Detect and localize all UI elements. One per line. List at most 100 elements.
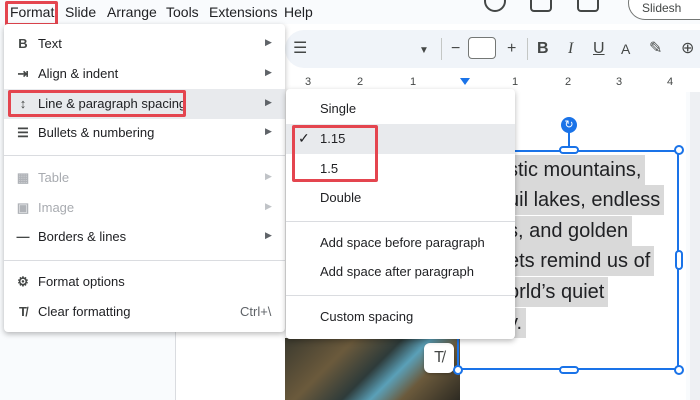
ruler-number: 2 [565, 76, 572, 88]
menu-item-label: Image [38, 200, 75, 215]
font-size-input[interactable] [468, 37, 496, 59]
chevron-right-icon: ▶ [265, 201, 272, 211]
resize-handle[interactable] [674, 365, 684, 375]
toolbar: ☰ ▼ − + B I U A ✎ ⊕ [285, 30, 700, 68]
present-icon[interactable] [577, 0, 599, 12]
spacing-option-label: Single [320, 101, 357, 116]
menu-item-label: Borders & lines [38, 229, 127, 244]
border-line-icon: — [16, 229, 30, 244]
menu-format[interactable]: Format [10, 3, 54, 21]
menu-item-clear-formatting[interactable]: T̸ Clear formatting Ctrl+\ [4, 297, 285, 327]
chevron-right-icon: ▶ [265, 67, 272, 77]
slideshow-button-label: Slidesh [642, 1, 682, 15]
menu-item-label: Text [38, 36, 62, 51]
menu-item-align-indent[interactable]: ⇥ Align & indent ▶ [4, 59, 285, 89]
bulleted-list-icon: ☰ [17, 125, 29, 140]
menu-extensions[interactable]: Extensions [209, 3, 277, 21]
bold-icon: B [18, 36, 28, 51]
ruler-number: 2 [357, 76, 364, 88]
menu-divider [4, 155, 285, 156]
insert-link-icon[interactable]: ⊕ [681, 40, 694, 58]
menu-item-label: Bullets & numbering [38, 125, 155, 140]
add-space-after[interactable]: Add space after paragraph [286, 257, 515, 287]
slideshow-button[interactable]: Slidesh [628, 0, 700, 20]
clear-formatting-icon: T̸ [19, 304, 27, 319]
spacing-option-label: Add space after paragraph [320, 264, 474, 279]
rotate-handle-icon[interactable]: ↻ [561, 117, 577, 133]
dropdown-caret-icon[interactable]: ▼ [419, 42, 429, 60]
menu-item-label: Format options [38, 274, 125, 289]
ruler-number: 1 [512, 76, 519, 88]
slide-text-line: s, and golden [508, 216, 633, 246]
chevron-right-icon: ▶ [265, 97, 272, 107]
custom-spacing[interactable]: Custom spacing [286, 302, 515, 332]
add-space-before[interactable]: Add space before paragraph [286, 228, 515, 258]
format-options-icon: ⚙ [17, 274, 29, 289]
underline-icon[interactable]: U [593, 40, 605, 58]
table-icon: ▦ [16, 170, 30, 185]
menu-item-label: Align & indent [38, 66, 119, 81]
ruler-number: 3 [616, 76, 623, 88]
resize-handle[interactable] [674, 145, 684, 155]
spacing-option-double[interactable]: Double [286, 183, 515, 213]
menu-item-format-options[interactable]: ⚙ Format options [4, 267, 285, 297]
shortcut-label: Ctrl+\ [240, 304, 272, 319]
resize-handle[interactable] [675, 250, 683, 270]
toolbar-divider [441, 38, 442, 60]
chevron-right-icon: ▶ [265, 126, 272, 136]
line-spacing-icon: ↕ [19, 96, 27, 111]
italic-icon[interactable]: I [568, 40, 573, 58]
spacing-option-label: Custom spacing [320, 309, 414, 324]
highlight-icon[interactable]: ✎ [649, 40, 662, 58]
menubar: Format Slide Arrange Tools Extensions He… [0, 0, 700, 24]
menu-item-label: Table [38, 170, 70, 185]
resize-handle[interactable] [559, 146, 579, 154]
resize-handle[interactable] [559, 366, 579, 374]
format-menu: B Text ▶ ⇥ Align & indent ▶ ↕ Line & par… [4, 24, 285, 332]
slide-text-line: uil lakes, endless [508, 185, 665, 215]
menu-slide[interactable]: Slide [65, 3, 96, 21]
history-icon[interactable] [484, 0, 506, 12]
vertical-scrollbar[interactable] [690, 92, 700, 400]
menu-divider [286, 295, 515, 296]
menu-item-text[interactable]: B Text ▶ [4, 29, 285, 59]
slide-text-line: stic mountains, [508, 155, 646, 185]
spacing-option-label: 1.15 [320, 131, 346, 146]
chevron-right-icon: ▶ [265, 230, 272, 240]
chevron-right-icon: ▶ [265, 37, 272, 47]
menu-arrange[interactable]: Arrange [107, 3, 157, 21]
bold-icon[interactable]: B [537, 40, 549, 58]
slide-text-line: orld’s quiet [508, 277, 609, 307]
indent-icon: ⇥ [17, 66, 29, 81]
indent-marker-icon[interactable] [460, 78, 470, 85]
line-spacing-submenu: Single ✓ 1.15 1.5 Double Add space befor… [286, 89, 515, 339]
chevron-right-icon: ▶ [265, 171, 272, 181]
menu-item-image: ▣ Image ▶ [4, 193, 285, 223]
menu-tools[interactable]: Tools [166, 3, 199, 21]
menu-item-label: Clear formatting [38, 304, 131, 319]
ruler-number: 3 [305, 76, 312, 88]
ruler-number: 1 [410, 76, 417, 88]
spacing-option-label: 1.5 [320, 161, 339, 176]
plus-icon[interactable]: + [507, 40, 516, 58]
spacing-option-label: Double [320, 190, 362, 205]
comments-icon[interactable] [530, 0, 552, 12]
menu-item-bullets[interactable]: ☰ Bullets & numbering ▶ [4, 118, 285, 148]
image-icon: ▣ [16, 200, 30, 215]
menu-item-table: ▦ Table ▶ [4, 163, 285, 193]
spacing-option-1-5[interactable]: 1.5 [286, 154, 515, 184]
align-icon[interactable]: ☰ [293, 40, 307, 58]
resize-handle[interactable] [453, 365, 463, 375]
spacing-option-1-15[interactable]: ✓ 1.15 [286, 124, 515, 154]
menu-help[interactable]: Help [284, 3, 313, 21]
slide-text-line: ets remind us of [508, 246, 655, 276]
clear-formatting-float-icon[interactable]: T̸ [424, 343, 454, 373]
spacing-option-single[interactable]: Single [286, 94, 515, 124]
menu-divider [286, 221, 515, 222]
ruler-number: 4 [667, 76, 674, 88]
spacing-option-label: Add space before paragraph [320, 235, 485, 250]
menu-item-borders[interactable]: — Borders & lines ▶ [4, 222, 285, 252]
minus-icon[interactable]: − [451, 40, 460, 58]
text-color-icon[interactable]: A [621, 40, 630, 58]
menu-item-line-spacing[interactable]: ↕ Line & paragraph spacing ▶ [4, 89, 285, 119]
